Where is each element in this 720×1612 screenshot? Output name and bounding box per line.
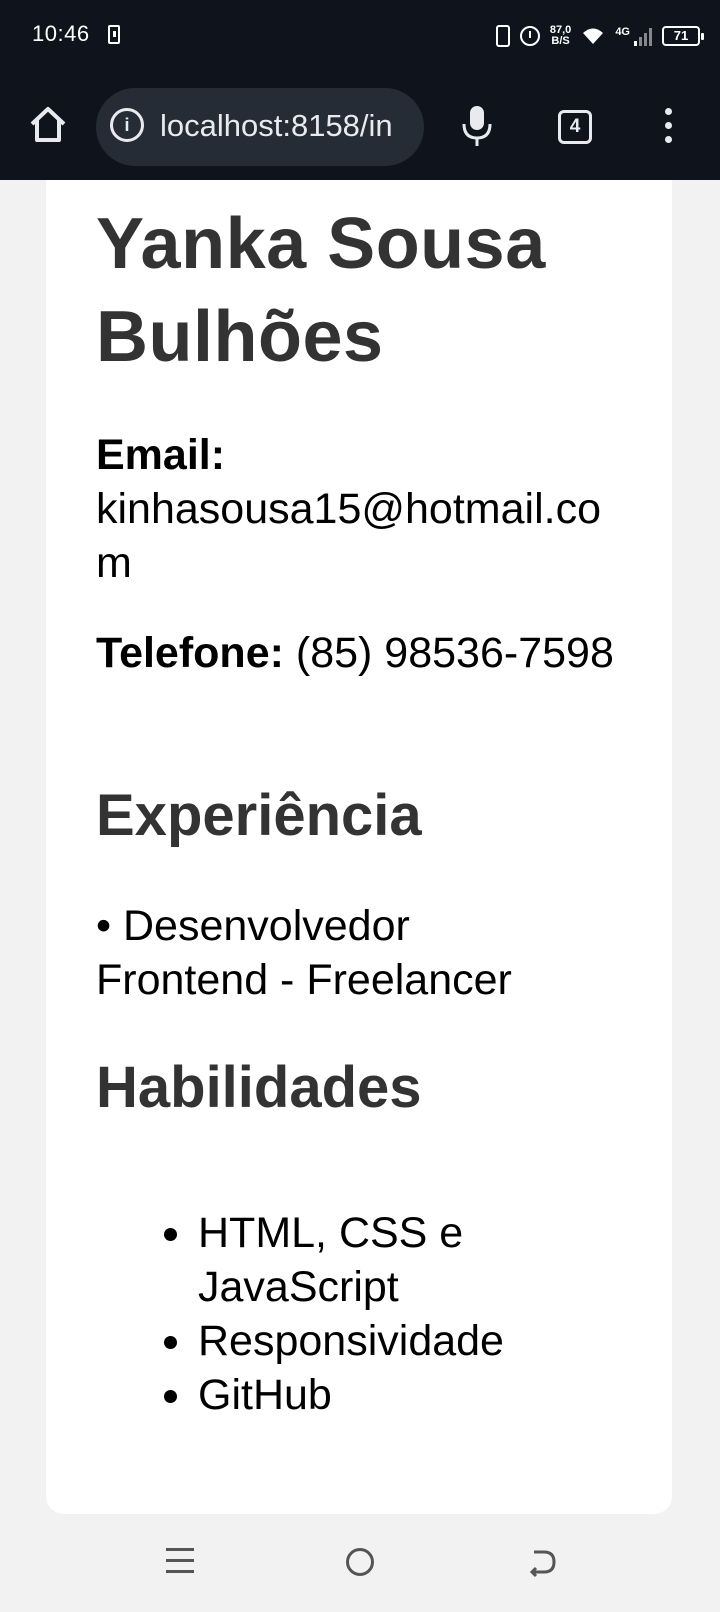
home-icon[interactable] [28, 104, 68, 144]
status-icons: 87,0 B/S 4G 71 [495, 20, 704, 52]
status-bar: 10:46 87,0 B/S 4G 71 [0, 0, 720, 74]
email-label: Email: [96, 431, 226, 479]
experience-item: • Desenvolvedor Frontend - Freelancer [96, 902, 512, 1004]
info-icon[interactable]: i [110, 108, 144, 142]
home-circle-icon[interactable] [346, 1548, 374, 1576]
experience-title: Experiência [96, 783, 422, 848]
network-type: 4G [615, 26, 630, 38]
back-icon[interactable] [526, 1546, 558, 1578]
more-options-icon[interactable] [662, 108, 674, 146]
battery-icon: 71 [662, 26, 704, 46]
wifi-icon [583, 28, 604, 44]
skill-item: Responsividade [164, 1314, 618, 1368]
skill-item: GitHub [164, 1368, 618, 1422]
phone-value: (85) 98536-7598 [295, 629, 614, 677]
recent-apps-icon[interactable] [166, 1548, 194, 1574]
sim-card-icon [108, 25, 120, 44]
phone-label: Telefone: [96, 629, 284, 677]
skills-list: HTML, CSS e JavaScript Responsividade Gi… [164, 1206, 618, 1422]
status-time: 10:46 [32, 21, 90, 46]
tab-switcher-button[interactable]: 4 [558, 110, 592, 144]
phone-line: Telefone: (85) 98536-7598 [96, 626, 636, 680]
profile-name: Yanka Sousa Bulhões [96, 204, 546, 377]
alarm-icon [519, 26, 540, 46]
network-speed: 87,0 B/S [550, 25, 571, 47]
signal-icon [634, 26, 652, 46]
microphone-icon[interactable] [460, 104, 494, 148]
email-line: Email: kinhasousa15@hotmail.com [96, 428, 636, 590]
skills-title: Habilidades [96, 1055, 422, 1120]
url-text[interactable]: localhost:8158/in [160, 108, 410, 144]
email-value: kinhasousa15@hotmail.com [96, 485, 601, 587]
vibrate-icon [495, 25, 510, 47]
skill-item: HTML, CSS e JavaScript [164, 1206, 618, 1314]
network-speed-unit: B/S [551, 35, 570, 47]
